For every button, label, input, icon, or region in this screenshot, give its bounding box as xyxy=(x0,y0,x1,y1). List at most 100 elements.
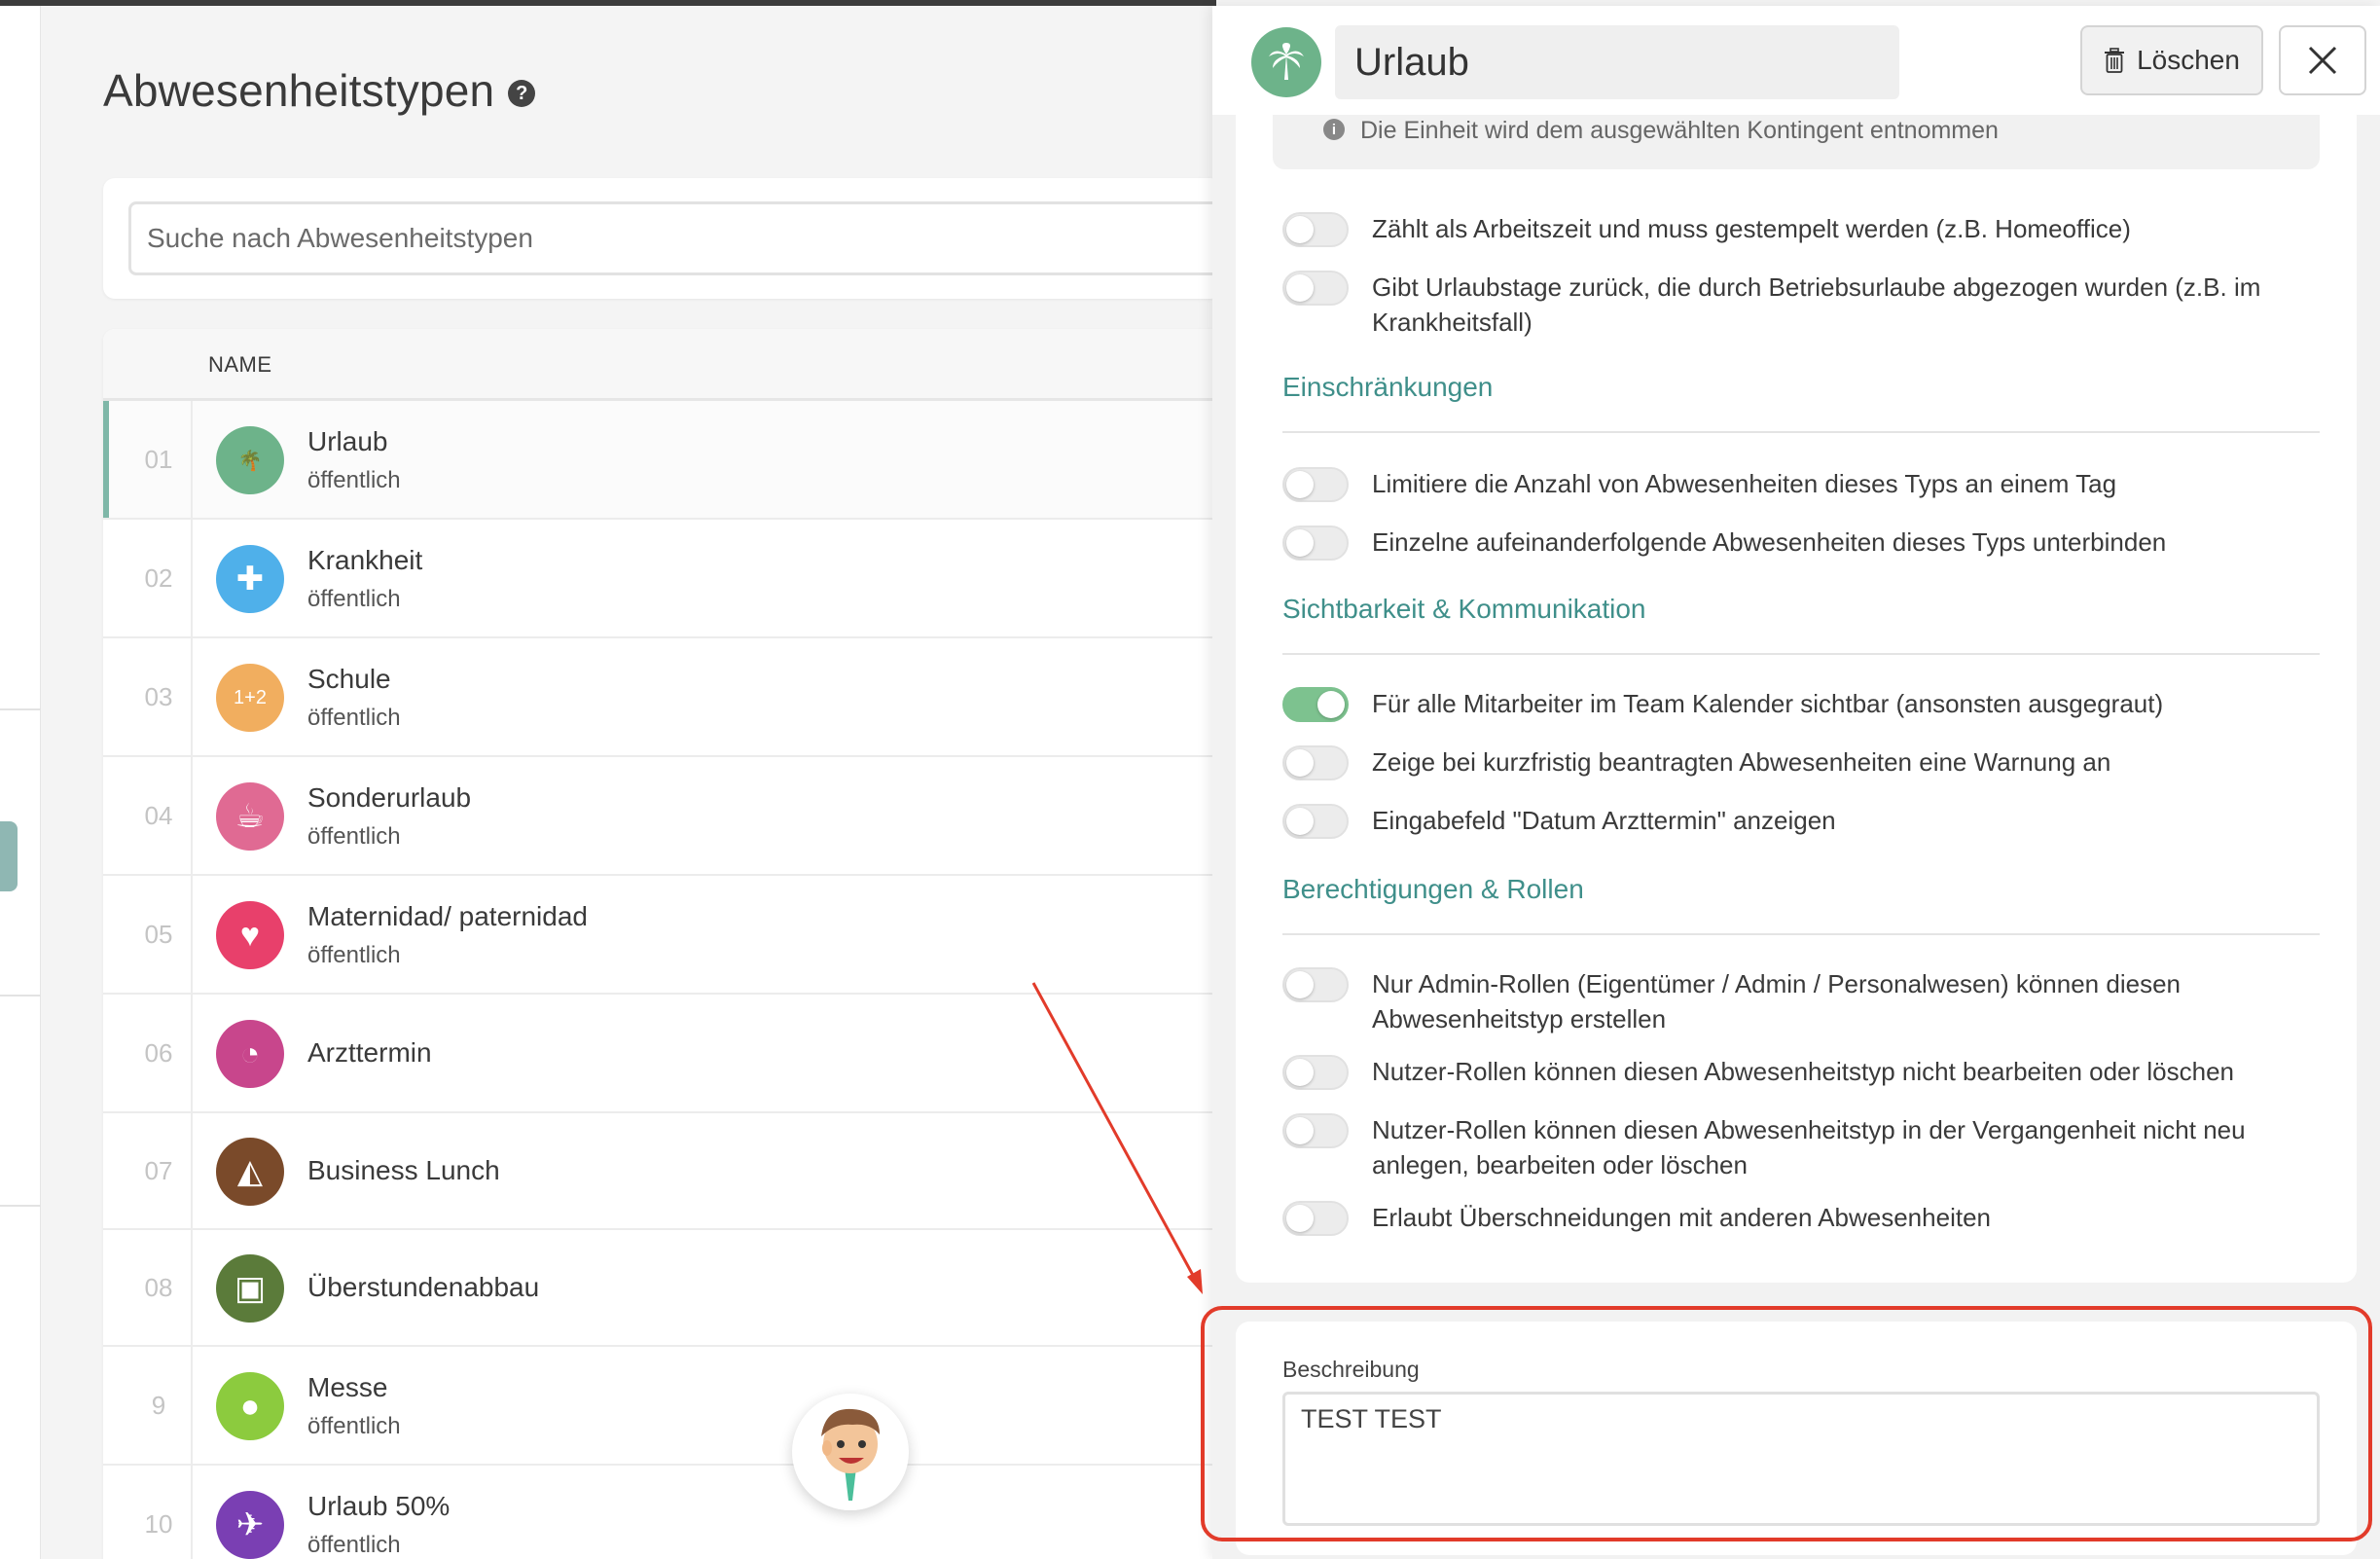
delete-button[interactable]: Löschen xyxy=(2080,25,2263,95)
section-title: Sichtbarkeit & Kommunikation xyxy=(1282,594,1646,624)
rail-divider xyxy=(0,708,41,710)
icon-glyph: ✈ xyxy=(235,1506,265,1543)
section-title: Berechtigungen & Rollen xyxy=(1282,874,1584,904)
help-icon[interactable]: ? xyxy=(508,80,536,107)
icon-glyph: ◭ xyxy=(236,1153,264,1190)
section-title: Einschränkungen xyxy=(1282,372,1494,402)
setting-label: Nutzer-Rollen können diesen Abwesenheits… xyxy=(1372,1057,2235,1086)
row-visibility: öffentlich xyxy=(307,823,401,850)
table-row[interactable]: 9 ● Messe öffentlich xyxy=(103,1347,1222,1466)
description-card: Beschreibung TEST TEST xyxy=(1236,1322,2357,1555)
table-row[interactable]: 05 ♥ Maternidad/ paternidad öffentlich xyxy=(103,876,1222,995)
row-visibility: öffentlich xyxy=(307,942,401,968)
setting-toggle[interactable] xyxy=(1282,212,1349,247)
section-divider xyxy=(1282,933,2320,935)
description-textarea[interactable]: TEST TEST xyxy=(1282,1392,2320,1526)
table-row[interactable]: 01 🌴 Urlaub öffentlich xyxy=(103,401,1222,520)
icon-glyph: ● xyxy=(239,1387,261,1425)
setting-toggle[interactable] xyxy=(1282,1113,1349,1148)
row-name: Urlaub 50% xyxy=(307,1491,451,1521)
row-number: 05 xyxy=(103,876,193,993)
section-divider xyxy=(1282,653,2320,655)
row-name: Messe xyxy=(307,1372,388,1402)
row-name: Urlaub xyxy=(307,426,388,456)
table-row[interactable]: 08 ▣ Überstundenabbau xyxy=(103,1230,1222,1347)
rail-active-tab[interactable] xyxy=(0,821,18,891)
info-icon: i xyxy=(1323,119,1345,140)
setting-label: Zählt als Arbeitszeit und muss gestempel… xyxy=(1372,214,2131,243)
close-icon xyxy=(2308,46,2337,75)
icon-glyph: ▣ xyxy=(234,1270,267,1307)
info-text: Die Einheit wird dem ausgewählten Kontin… xyxy=(1360,117,1999,144)
table-row[interactable]: 02 ✚ Krankheit öffentlich xyxy=(103,520,1222,638)
table-row[interactable]: 10 ✈ Urlaub 50% öffentlich xyxy=(103,1466,1222,1559)
table-row[interactable]: 04 ☕ Sonderurlaub öffentlich xyxy=(103,757,1222,876)
page-title-text: Abwesenheitstypen xyxy=(103,65,495,116)
palm-tree-icon xyxy=(1251,27,1321,97)
info-box: i Die Einheit wird dem ausgewählten Kont… xyxy=(1273,115,2320,169)
rail-divider xyxy=(0,1205,41,1207)
setting-label: Nur Admin-Rollen (Eigentümer / Admin / P… xyxy=(1372,969,2181,1033)
chalkboard-icon: 1+2 xyxy=(216,664,284,732)
row-name: Sonderurlaub xyxy=(307,782,472,813)
row-number: 03 xyxy=(103,638,193,755)
setting-label: Zeige bei kurzfristig beantragten Abwese… xyxy=(1372,747,2111,777)
palm-tree-glyph xyxy=(1269,43,1304,80)
column-header-name[interactable]: NAME xyxy=(208,352,272,378)
setting-label: Limitiere die Anzahl von Abwesenheiten d… xyxy=(1372,469,2117,498)
setting-toggle[interactable] xyxy=(1282,467,1349,502)
setting-toggle[interactable] xyxy=(1282,745,1349,780)
row-number: 08 xyxy=(103,1230,193,1345)
section-divider xyxy=(1282,431,2320,433)
row-number: 01 xyxy=(103,401,193,518)
support-avatar[interactable] xyxy=(792,1394,909,1510)
search-input[interactable] xyxy=(128,201,1296,275)
row-name: Arzttermin xyxy=(307,1037,432,1068)
row-name: Krankheit xyxy=(307,545,423,575)
row-number: 06 xyxy=(103,995,193,1111)
airplane-icon: ✈ xyxy=(216,1491,284,1559)
table-row[interactable]: 07 ◭ Business Lunch xyxy=(103,1113,1222,1230)
setting-toggle[interactable] xyxy=(1282,271,1349,306)
icon-glyph: ◔ xyxy=(239,1034,261,1072)
left-rail xyxy=(0,6,41,1559)
setting-toggle[interactable] xyxy=(1282,687,1349,722)
row-visibility: öffentlich xyxy=(307,586,401,612)
absence-types-table: NAME 01 🌴 Urlaub öffentlich 02 ✚ Krankheit öffe… xyxy=(103,329,1222,1559)
delete-button-label: Löschen xyxy=(2137,45,2240,75)
absence-type-name-input[interactable] xyxy=(1335,25,1899,99)
row-visibility: öffentlich xyxy=(307,1532,401,1558)
table-header: NAME xyxy=(103,329,1222,401)
setting-toggle[interactable] xyxy=(1282,526,1349,561)
search-card xyxy=(103,178,1296,299)
icon-glyph: ✚ xyxy=(235,561,265,598)
setting-toggle[interactable] xyxy=(1282,1055,1349,1090)
panel-header: Löschen xyxy=(1212,6,2380,115)
description-label: Beschreibung xyxy=(1282,1357,1420,1382)
setting-toggle[interactable] xyxy=(1282,804,1349,839)
medical-cross-icon: ✚ xyxy=(216,545,284,613)
setting-toggle[interactable] xyxy=(1282,967,1349,1002)
rail-divider xyxy=(0,995,41,997)
icon-glyph: ☕ xyxy=(234,798,266,835)
detail-panel: Löschen i Die Einheit wird dem ausgewähl… xyxy=(1212,6,2380,1559)
suitcase-icon: ▣ xyxy=(216,1254,284,1323)
setting-label: Erlaubt Überschneidungen mit anderen Abw… xyxy=(1372,1203,1991,1232)
table-row[interactable]: 03 1+2 Schule öffentlich xyxy=(103,638,1222,757)
row-name: Maternidad/ paternidad xyxy=(307,901,588,931)
page-title: Abwesenheitstypen ? xyxy=(103,64,536,117)
coffee-cup-icon: ☕ xyxy=(216,782,284,851)
table-row[interactable]: 06 ◔ Arzttermin xyxy=(103,995,1222,1113)
clock-icon: ◔ xyxy=(216,1020,284,1088)
setting-label: Einzelne aufeinanderfolgende Abwesenheit… xyxy=(1372,527,2167,557)
row-number: 9 xyxy=(103,1347,193,1464)
top-bar xyxy=(0,0,1216,6)
row-name: Business Lunch xyxy=(307,1155,500,1185)
settings-card: i Die Einheit wird dem ausgewählten Kont… xyxy=(1236,115,2357,1283)
close-button[interactable] xyxy=(2279,25,2366,95)
apple-icon: ● xyxy=(216,1372,284,1440)
setting-label: Nutzer-Rollen können diesen Abwesenheits… xyxy=(1372,1115,2246,1179)
setting-toggle[interactable] xyxy=(1282,1201,1349,1236)
row-number: 02 xyxy=(103,520,193,636)
row-visibility: öffentlich xyxy=(307,1413,401,1439)
